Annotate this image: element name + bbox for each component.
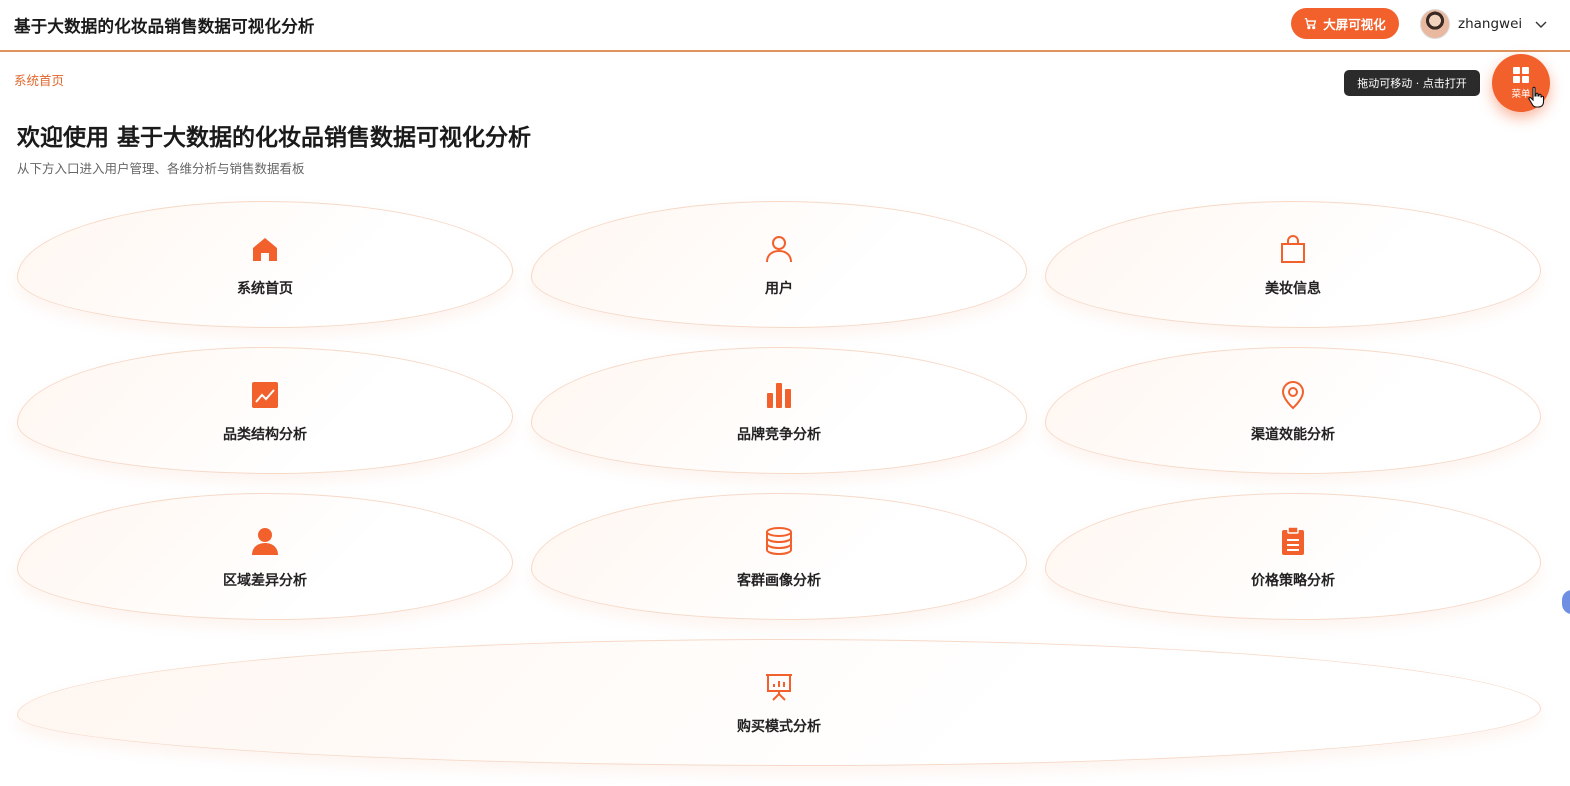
location-pin-icon [1278,380,1308,410]
card-label: 客群画像分析 [737,573,821,589]
card-label: 价格策略分析 [1251,573,1335,589]
page-subtitle: 从下方入口进入用户管理、各维分析与销售数据看板 [17,161,305,176]
user-icon [764,234,794,264]
home-icon [250,234,280,264]
card-user[interactable]: 用户 [531,201,1027,328]
page-title: 欢迎使用 基于大数据的化妆品销售数据可视化分析 [17,125,532,151]
card-channel-analysis[interactable]: 渠道效能分析 [1045,347,1541,474]
bigscreen-button[interactable]: 大屏可视化 [1291,8,1399,39]
shopping-bag-icon [1278,234,1308,264]
card-purchase-analysis[interactable]: 购买模式分析 [17,639,1541,766]
top-header: 基于大数据的化妆品销售数据可视化分析 大屏可视化 zhangwei [0,0,1570,52]
card-label: 渠道效能分析 [1251,427,1335,443]
person-filled-icon [250,526,280,556]
cart-icon [1305,17,1317,30]
card-brand-analysis[interactable]: 品牌竞争分析 [531,347,1027,474]
side-handle[interactable] [1562,590,1570,614]
username: zhangwei [1458,16,1523,32]
card-label: 系统首页 [237,281,293,297]
hand-cursor-icon [1528,86,1545,108]
presentation-board-icon [764,672,794,702]
card-label: 区域差异分析 [223,573,307,589]
breadcrumb[interactable]: 系统首页 [14,70,64,89]
card-system-home[interactable]: 系统首页 [17,201,513,328]
database-icon [764,526,794,556]
clipboard-icon [1278,526,1308,556]
card-label: 用户 [765,281,793,297]
card-label: 美妆信息 [1265,281,1321,297]
drag-tooltip: 拖动可移动 · 点击打开 [1344,70,1480,96]
card-label: 购买模式分析 [737,719,821,735]
card-region-analysis[interactable]: 区域差异分析 [17,493,513,620]
card-category-analysis[interactable]: 品类结构分析 [17,347,513,474]
trend-chart-icon [250,380,280,410]
card-label: 品类结构分析 [223,427,307,443]
user-menu[interactable]: zhangwei [1420,9,1548,39]
grid-icon [1513,67,1529,83]
avatar [1420,9,1450,39]
card-label: 品牌竞争分析 [737,427,821,443]
app-title: 基于大数据的化妆品销售数据可视化分析 [14,17,315,36]
bar-chart-icon [764,380,794,410]
card-customer-analysis[interactable]: 客群画像分析 [531,493,1027,620]
chevron-down-icon [1535,21,1547,28]
bigscreen-label: 大屏可视化 [1323,17,1386,32]
card-price-analysis[interactable]: 价格策略分析 [1045,493,1541,620]
card-beauty-info[interactable]: 美妆信息 [1045,201,1541,328]
